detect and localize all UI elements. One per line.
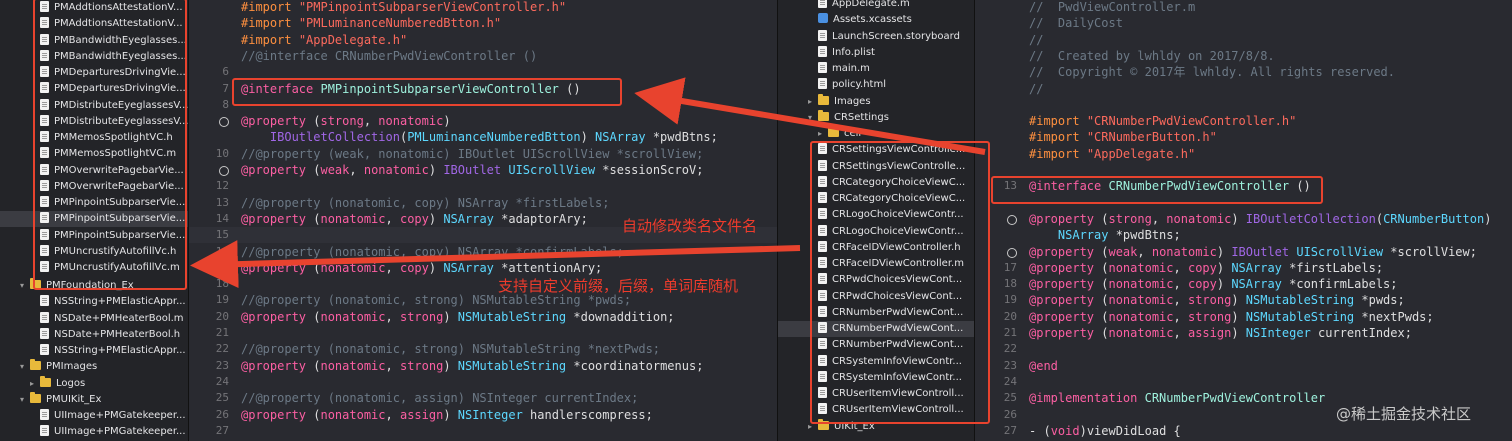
watermark: @稀土掘金技术社区 — [1336, 405, 1472, 423]
prefix-annotation: 支持自定义前缀，后缀，单词库随机 — [498, 277, 739, 295]
rename-annotation: 自动修改类名文件名 — [622, 217, 758, 235]
